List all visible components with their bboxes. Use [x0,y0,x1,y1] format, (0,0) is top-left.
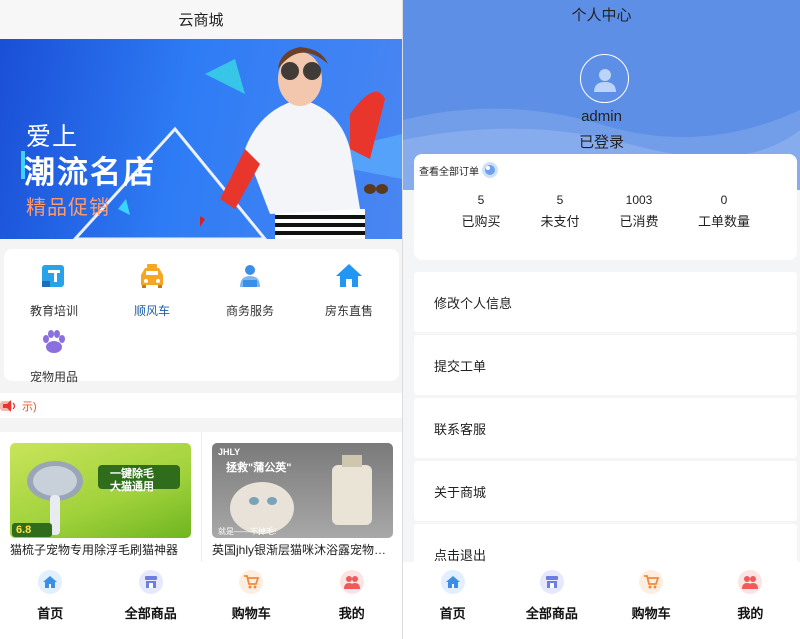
house-icon [336,264,362,287]
tab-home[interactable]: 首页 [0,562,101,639]
stat-unpaid[interactable]: 5 未支付 [520,193,600,230]
category-rideshare[interactable]: 顺风车 [112,261,192,319]
order-summary-card: 查看全部订单 5 已购买 5 未支付 1003 已消费 0 工单数量 [414,154,797,260]
tab-label: 首页 [37,606,64,621]
tab-label: 全部商品 [525,606,578,621]
home-icon [38,570,63,594]
category-label: 房东直售 [324,304,373,318]
menu-contact-support[interactable]: 联系客服 [414,398,797,458]
notice-text: 示) [22,400,37,413]
tab-all-products[interactable]: 全部商品 [101,562,202,639]
product-card[interactable]: 一键除毛 大猫通用 6.8 猫梳子宠物专用除浮毛刷猫神器 [10,443,191,558]
category-label: 顺风车 [133,304,170,318]
stat-number: 5 [477,193,485,207]
business-person-icon [240,265,260,287]
stat-label: 工单数量 [697,214,750,229]
avatar[interactable] [580,54,629,103]
category-business[interactable]: 商务服务 [210,261,290,319]
pet-comb-illustration [12,461,180,537]
shop-icon [539,570,564,594]
product-image: 一键除毛 大猫通用 6.8 [10,443,191,538]
product-image-text: JHLY [218,447,241,457]
taxi-icon [141,264,163,288]
product-name: 猫梳子宠物专用除浮毛刷猫神器 [10,543,179,557]
menu-label: 点击退出 [434,547,487,563]
stat-number: 5 [556,193,564,207]
menu-label: 修改个人信息 [434,295,513,311]
view-all-orders-label: 查看全部订单 [419,166,479,178]
cart-icon [239,570,264,594]
tab-cart[interactable]: 购物车 [201,562,302,639]
home-icon [440,570,465,594]
tab-label: 我的 [737,606,764,621]
user-avatar-icon [593,68,616,92]
stat-label: 已购买 [461,214,501,229]
stat-consumed[interactable]: 1003 已消费 [599,193,679,230]
product-card[interactable]: JHLY 拯救"蒲公英" 就是——不掉毛! 英国jhly银渐层猫咪沐浴露宠物除臭 [212,443,393,558]
banner-line2: 潮流名店 [24,155,156,190]
notice-bar[interactable]: 示) [0,393,402,418]
menu-submit-ticket[interactable]: 提交工单 [414,335,797,395]
home-header: 云商城 [0,0,402,39]
menu-label: 关于商城 [434,484,487,500]
product-image-text: 拯救"蒲公英" [226,462,292,474]
promo-banner[interactable]: 爱上 潮流名店 精品促销 [0,39,402,239]
orders-circle-icon [482,162,498,178]
tab-label: 全部商品 [124,606,177,621]
menu-label: 联系客服 [434,421,487,437]
view-all-orders-link[interactable]: 查看全部订单 [419,161,499,179]
user-group-icon [339,570,364,594]
bottom-tab-bar: 首页 全部商品 购物车 我的 [403,562,800,639]
category-label: 商务服务 [225,304,274,318]
user-group-icon [738,570,763,594]
tab-cart[interactable]: 购物车 [602,562,701,639]
tab-mine[interactable]: 我的 [302,562,403,639]
shop-icon [138,570,163,594]
education-icon [42,265,64,287]
home-title: 云商城 [178,12,224,29]
tab-home[interactable]: 首页 [403,562,502,639]
tab-mine[interactable]: 我的 [701,562,800,639]
product-image-price: 6.8 [16,524,32,536]
banner-line3: 精品促销 [26,197,110,219]
username: admin [581,108,622,125]
stat-number: 0 [720,193,728,207]
tab-all-products[interactable]: 全部商品 [502,562,601,639]
menu-label: 提交工单 [434,358,487,374]
paw-icon [43,330,65,353]
product-name: 英国jhly银渐层猫咪沐浴露宠物除臭 [212,543,393,557]
category-grid: 教育培训 顺风车 商务服务 房东直售 宠物用品 [4,249,399,384]
product-image-text: 大猫通用 [110,481,154,493]
home-screen: 云商城 爱上 潮流名店 精品促销 教育培训 顺风车 商务服务 房东直售 宠物用品… [0,0,402,639]
cat-shampoo-illustration [230,455,372,534]
category-label: 宠物用品 [29,370,78,384]
category-label: 教育培训 [29,304,78,318]
stat-tickets[interactable]: 0 工单数量 [684,193,764,230]
stat-number: 1003 [625,193,653,207]
cart-icon [639,570,664,594]
tab-label: 购物车 [231,606,271,621]
stat-label: 未支付 [540,214,580,229]
category-landlord[interactable]: 房东直售 [309,261,389,319]
menu-about-store[interactable]: 关于商城 [414,461,797,521]
profile-screen: 个人中心 admin 已登录 查看全部订单 5 已购买 5 未支付 1003 已… [403,0,800,639]
tab-label: 首页 [439,606,466,621]
stat-label: 已消费 [619,214,659,229]
tab-label: 我的 [338,606,365,621]
tab-label: 购物车 [631,606,671,621]
category-education[interactable]: 教育培训 [14,261,94,319]
product-image-text: 就是——不掉毛! [218,527,277,536]
fashion-model-image [200,47,388,239]
category-pet[interactable]: 宠物用品 [14,327,94,385]
product-list: 一键除毛 大猫通用 6.8 猫梳子宠物专用除浮毛刷猫神器 JHLY 拯救"蒲公英… [0,432,402,562]
product-image: JHLY 拯救"蒲公英" 就是——不掉毛! [212,443,393,538]
bottom-tab-bar: 首页 全部商品 购物车 我的 [0,562,402,639]
menu-edit-profile[interactable]: 修改个人信息 [414,272,797,332]
stat-purchased[interactable]: 5 已购买 [441,193,521,230]
product-divider [201,432,202,562]
login-status: 已登录 [578,134,624,151]
profile-title: 个人中心 [571,7,632,24]
speaker-icon [0,399,16,412]
